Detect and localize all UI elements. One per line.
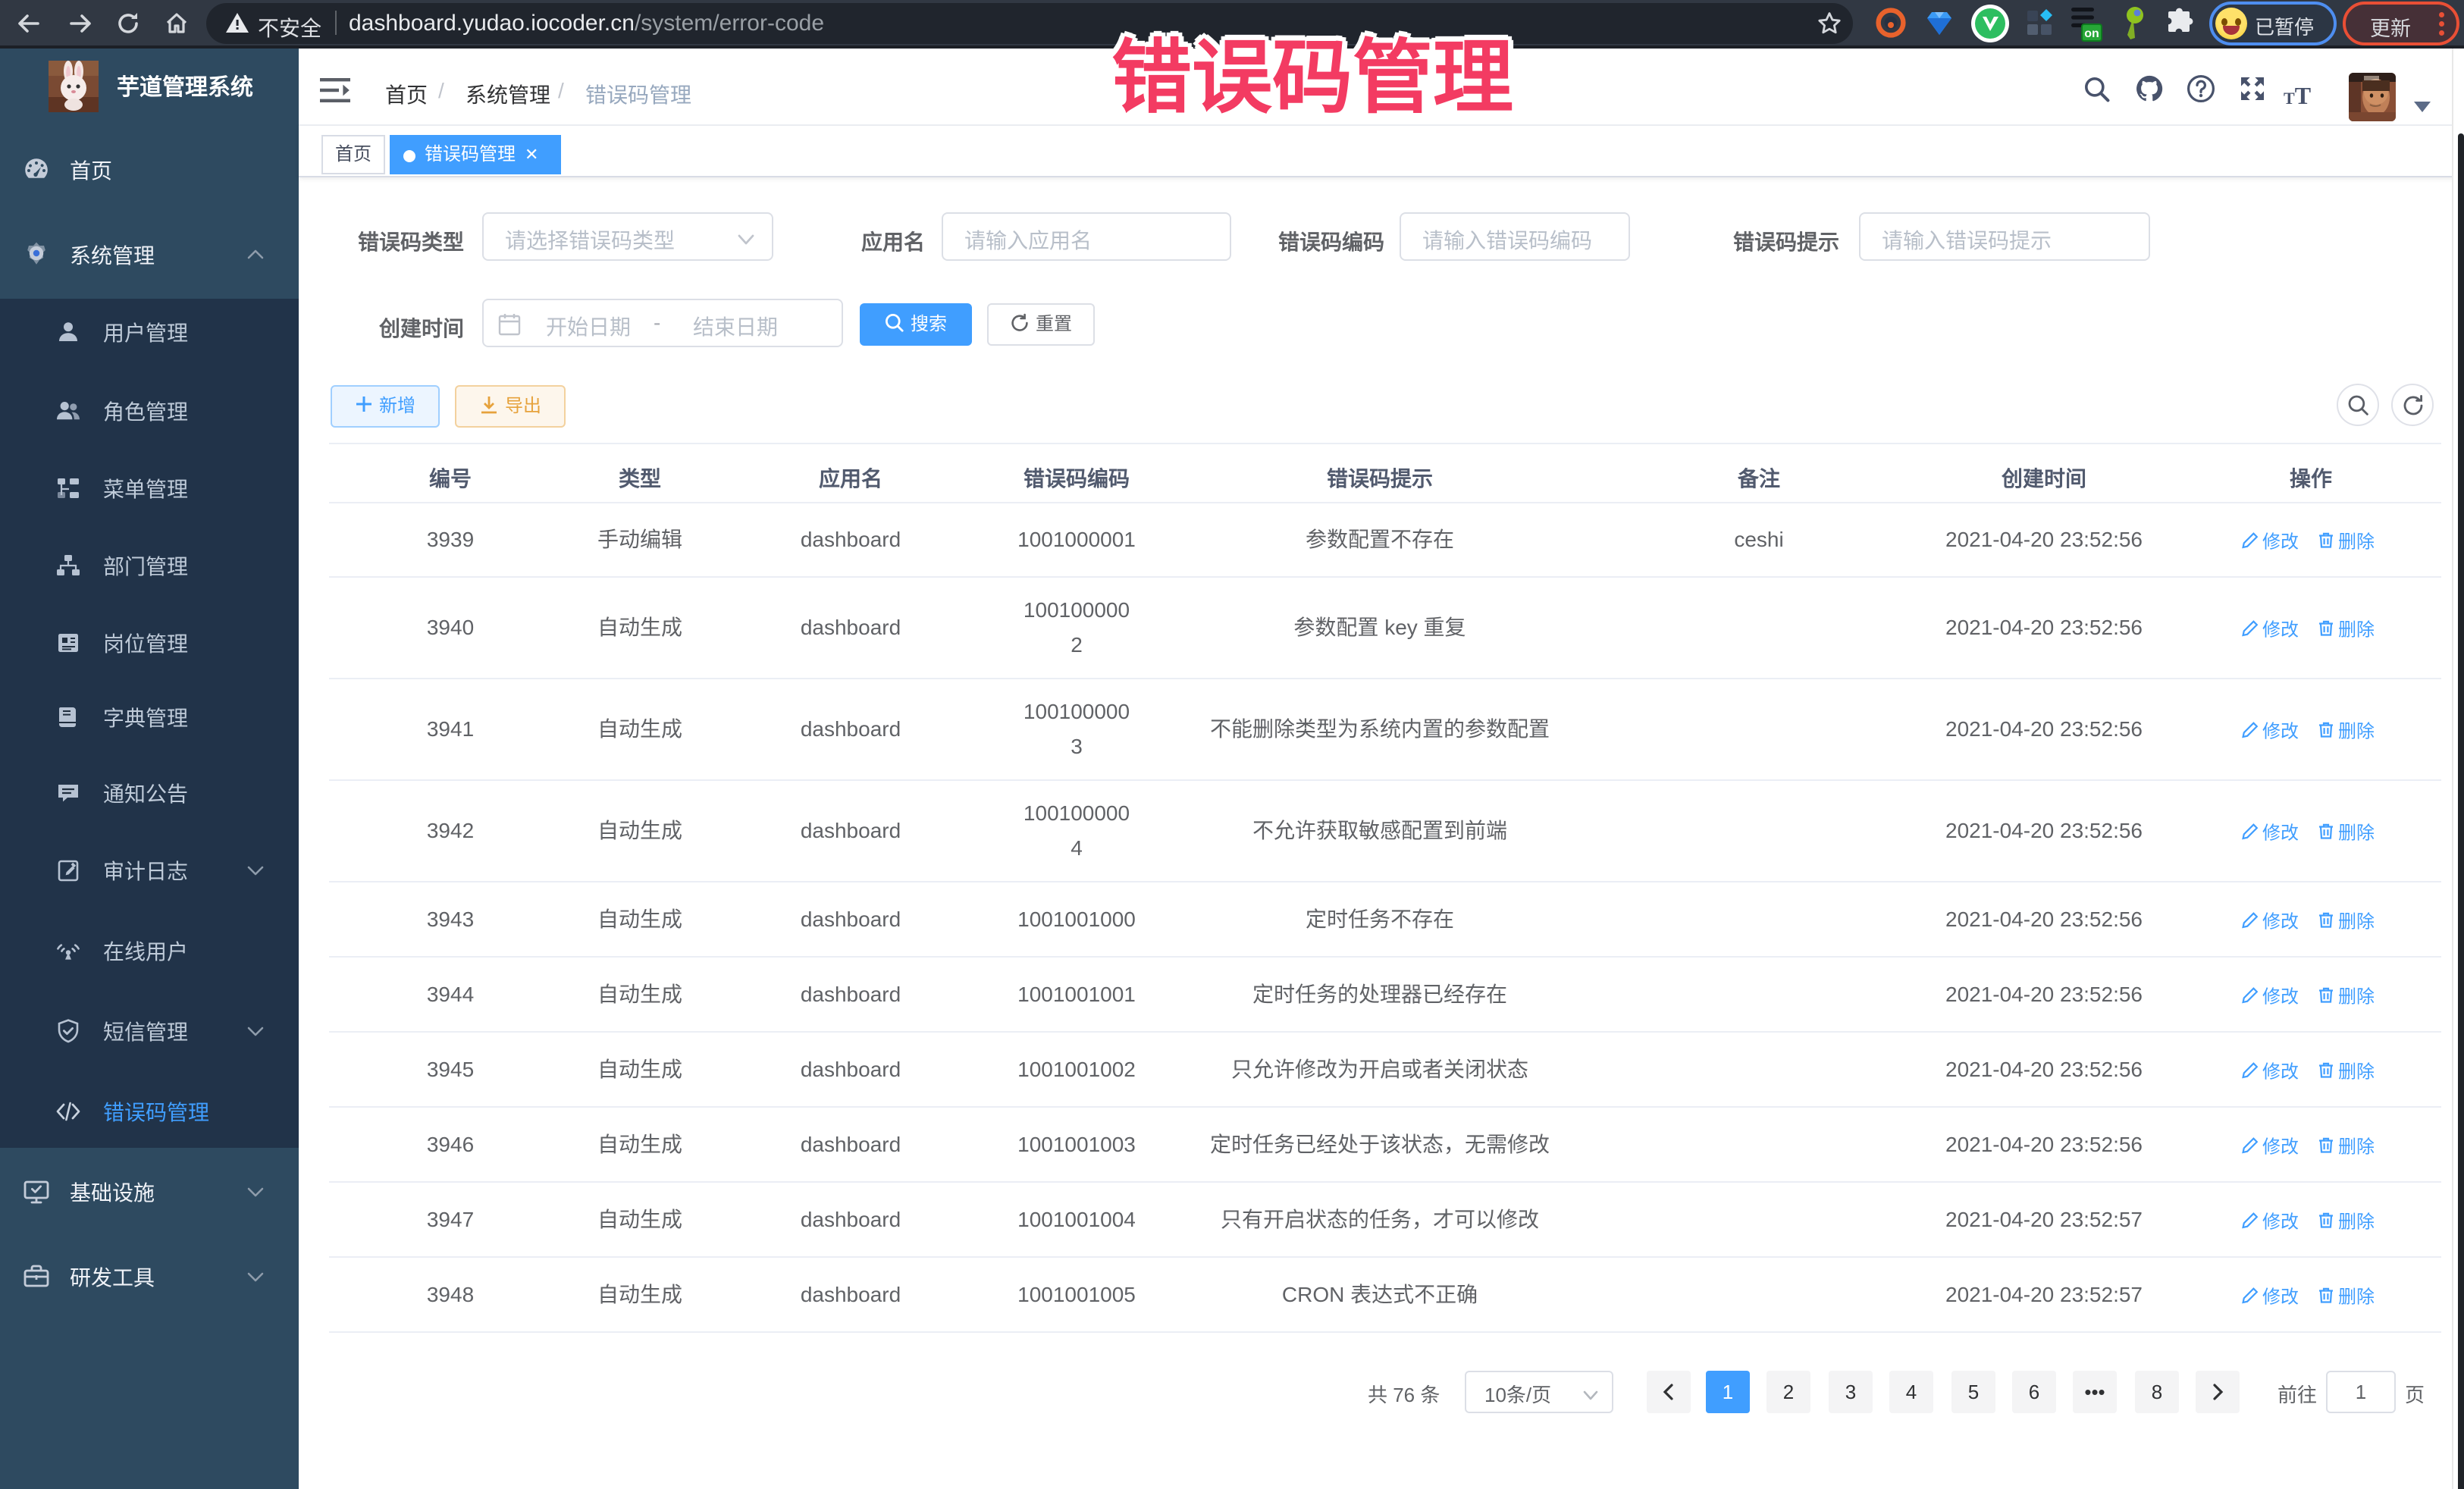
svg-text:on: on: [2084, 27, 2099, 40]
